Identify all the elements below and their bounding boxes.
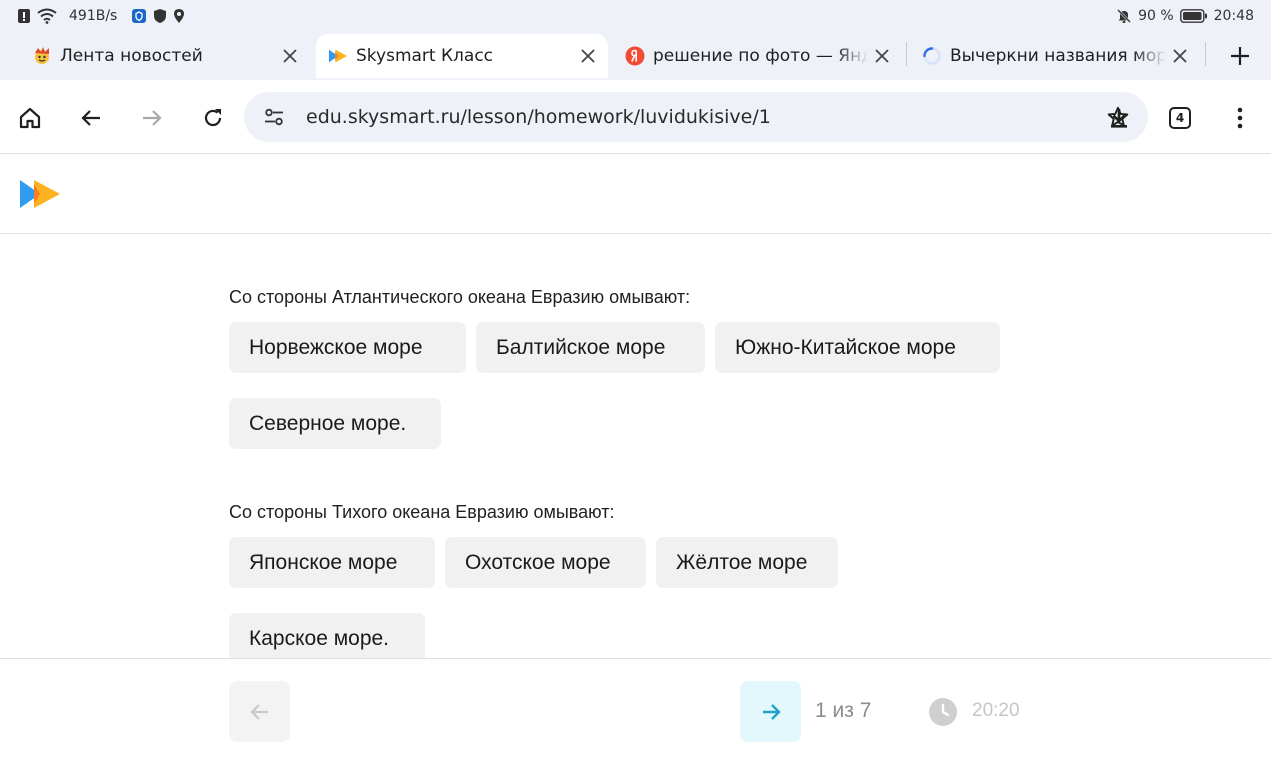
lesson-content: Со стороны Атлантического океана Евразию… bbox=[0, 235, 1271, 658]
more-vert-icon bbox=[1237, 107, 1243, 129]
reload-icon bbox=[204, 109, 222, 127]
tab-yandex[interactable]: решение по фото — Яндекс bbox=[613, 34, 902, 78]
option-chip[interactable]: Северное море. bbox=[229, 398, 441, 449]
vpn-icon bbox=[131, 8, 147, 24]
back-button[interactable] bbox=[71, 98, 111, 138]
close-tab-icon[interactable] bbox=[868, 42, 896, 70]
tab-loading[interactable]: Вычеркни названия морей bbox=[910, 34, 1200, 78]
tab-title: Лента новостей bbox=[60, 46, 203, 66]
menu-button[interactable] bbox=[1220, 98, 1260, 138]
reload-button[interactable] bbox=[193, 98, 233, 138]
option-chip[interactable]: Норвежское море bbox=[229, 322, 466, 373]
option-chip[interactable]: Южно-Китайское море bbox=[715, 322, 1000, 373]
option-chip[interactable]: Карское море. bbox=[229, 613, 425, 658]
skysmart-favicon bbox=[328, 46, 348, 66]
tab-switcher-button[interactable]: 4 bbox=[1160, 98, 1200, 138]
battery-icon bbox=[1179, 9, 1208, 23]
option-chip[interactable]: Жёлтое море bbox=[656, 537, 838, 588]
option-chip[interactable]: Охотское море bbox=[445, 537, 646, 588]
url-text[interactable]: edu.skysmart.ru/lesson/homework/luviduki… bbox=[306, 106, 1098, 128]
browser-toolbar: edu.skysmart.ru/lesson/homework/luviduki… bbox=[0, 80, 1271, 154]
site-settings-icon[interactable] bbox=[262, 105, 286, 129]
tab-news[interactable]: Лента новостей bbox=[20, 34, 310, 78]
next-task-button[interactable] bbox=[740, 681, 801, 742]
download-button[interactable] bbox=[1099, 98, 1139, 138]
option-chip[interactable]: Японское море bbox=[229, 537, 435, 588]
close-tab-icon[interactable] bbox=[1166, 42, 1194, 70]
wifi-icon bbox=[37, 8, 57, 24]
clock-icon bbox=[929, 698, 957, 726]
tab-title: решение по фото — Яндекс bbox=[653, 46, 868, 66]
arrow-left-icon bbox=[249, 703, 268, 720]
home-button[interactable] bbox=[10, 98, 50, 138]
status-bar: 491B/s 90 % 20:48 bbox=[0, 0, 1271, 32]
download-icon bbox=[1111, 109, 1127, 128]
prev-task-button[interactable] bbox=[229, 681, 290, 742]
tab-title: Вычеркни названия морей bbox=[950, 46, 1166, 66]
battery-percent: 90 % bbox=[1138, 8, 1174, 24]
timer-text: 20:20 bbox=[972, 700, 1020, 721]
forward-button[interactable] bbox=[132, 98, 172, 138]
tab-title: Skysmart Класс bbox=[356, 46, 494, 66]
arrow-right-icon bbox=[762, 703, 781, 720]
address-bar[interactable]: edu.skysmart.ru/lesson/homework/luviduki… bbox=[244, 92, 1148, 142]
new-tab-button[interactable] bbox=[1222, 39, 1258, 73]
task-pager: 1 из 7 bbox=[815, 699, 872, 722]
arrow-right-icon bbox=[143, 110, 162, 126]
network-speed: 491B/s bbox=[69, 8, 118, 24]
location-icon bbox=[173, 8, 185, 24]
shield-icon bbox=[153, 8, 167, 24]
tab-separator bbox=[1205, 42, 1206, 66]
plus-icon bbox=[1231, 47, 1249, 65]
arrow-left-icon bbox=[81, 110, 100, 126]
tab-separator bbox=[906, 42, 907, 66]
tab-skysmart[interactable]: Skysmart Класс bbox=[316, 34, 608, 78]
skysmart-logo[interactable] bbox=[18, 179, 62, 209]
alert-icon bbox=[17, 8, 31, 24]
home-icon bbox=[19, 107, 41, 129]
yandex-favicon bbox=[625, 46, 645, 66]
bell-off-icon bbox=[1116, 8, 1132, 24]
close-tab-icon[interactable] bbox=[574, 42, 602, 70]
option-chip[interactable]: Балтийское море bbox=[476, 322, 705, 373]
lesson-footer: 1 из 7 20:20 bbox=[0, 658, 1271, 763]
page-header bbox=[0, 154, 1271, 234]
loading-spinner-icon bbox=[922, 46, 942, 66]
close-tab-icon[interactable] bbox=[276, 42, 304, 70]
tab-count: 4 bbox=[1169, 107, 1191, 129]
news-favicon bbox=[32, 46, 52, 66]
tab-strip: Лента новостей Skysmart Класс решение по… bbox=[0, 32, 1271, 80]
section-label-atlantic: Со стороны Атлантического океана Евразию… bbox=[229, 287, 691, 307]
clock-time: 20:48 bbox=[1213, 8, 1254, 24]
section-label-pacific: Со стороны Тихого океана Евразию омывают… bbox=[229, 502, 615, 522]
